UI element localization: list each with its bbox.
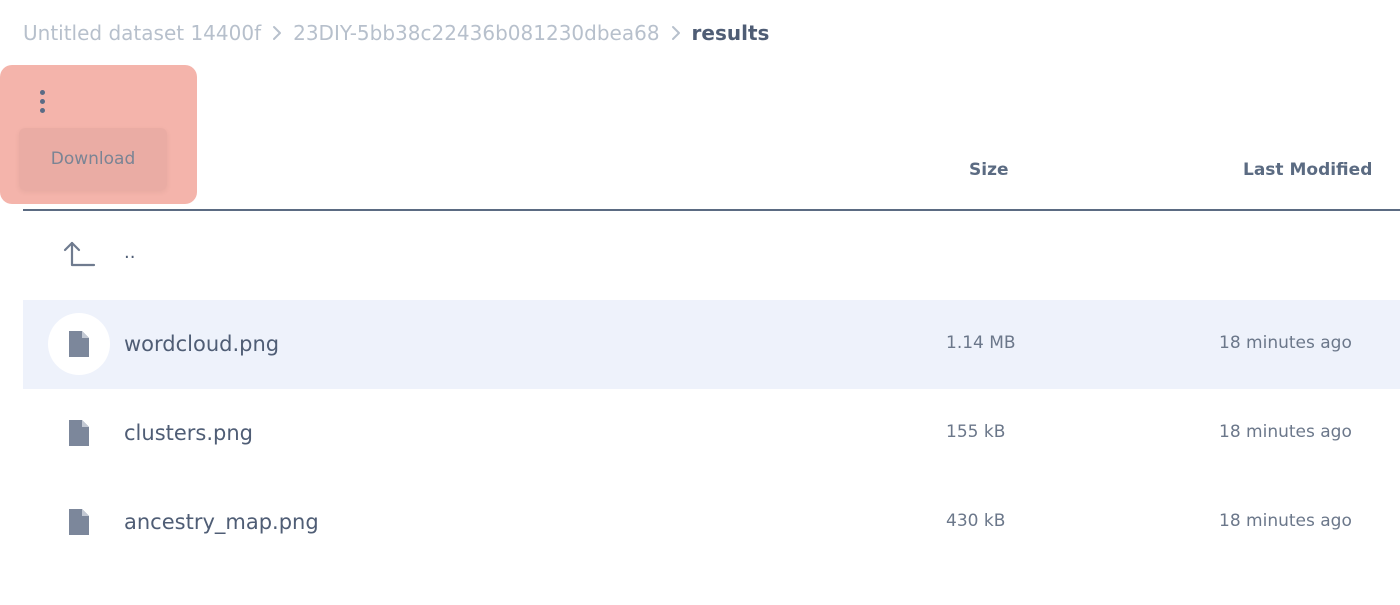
file-name[interactable]: clusters.png — [124, 421, 253, 445]
file-row-wordcloud[interactable]: wordcloud.png 1.14 MB 18 minutes ago — [23, 300, 1400, 389]
file-size: 155 kB — [946, 422, 1006, 442]
file-size: 430 kB — [946, 511, 1006, 531]
breadcrumb-dataset[interactable]: Untitled dataset 14400f — [23, 21, 261, 45]
file-name[interactable]: wordcloud.png — [124, 332, 279, 356]
file-last-modified: 18 minutes ago — [1219, 333, 1352, 353]
file-icon — [48, 313, 110, 375]
breadcrumb-current: results — [691, 21, 770, 45]
parent-directory-label: .. — [124, 242, 136, 263]
file-name[interactable]: ancestry_map.png — [124, 510, 319, 534]
download-button[interactable]: Download — [19, 128, 167, 190]
file-last-modified: 18 minutes ago — [1219, 511, 1352, 531]
chevron-right-icon — [272, 25, 282, 41]
arrow-up-left-icon — [48, 224, 110, 286]
file-size: 1.14 MB — [946, 333, 1016, 353]
breadcrumb-run[interactable]: 23DIY-5bb38c22436b081230dbea68 — [293, 21, 659, 45]
file-icon — [48, 491, 110, 553]
file-icon — [48, 402, 110, 464]
file-row-clusters[interactable]: clusters.png 155 kB 18 minutes ago — [23, 389, 1400, 478]
parent-directory-row[interactable]: .. — [23, 211, 1400, 300]
column-header-size[interactable]: Size — [969, 160, 1009, 180]
column-header-last-modified[interactable]: Last Modified — [1243, 160, 1372, 180]
file-last-modified: 18 minutes ago — [1219, 422, 1352, 442]
chevron-right-icon — [671, 25, 681, 41]
breadcrumb: Untitled dataset 14400f 23DIY-5bb38c2243… — [23, 18, 769, 48]
file-row-ancestry-map[interactable]: ancestry_map.png 430 kB 18 minutes ago — [23, 478, 1400, 567]
kebab-menu-icon[interactable] — [28, 84, 56, 118]
